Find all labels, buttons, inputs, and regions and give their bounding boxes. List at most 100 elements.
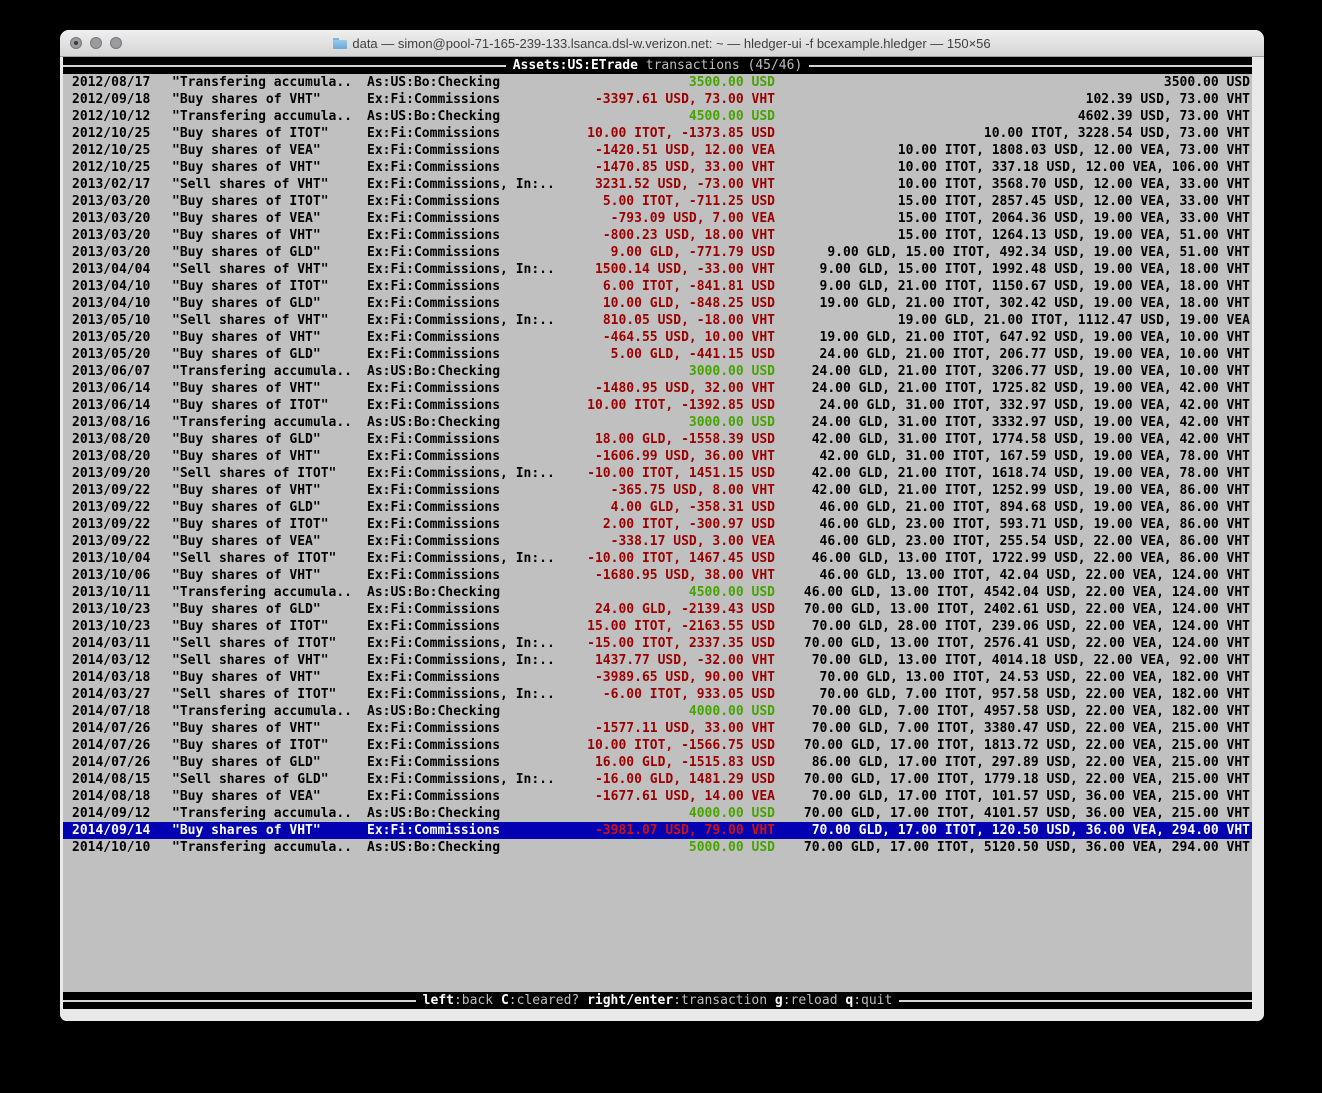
txn-other-accounts: Ex:Fi:Commissions [367,499,575,516]
transaction-row[interactable]: 2014/07/26 "Buy shares of VHT" Ex:Fi:Com… [63,720,1252,737]
txn-description: "Buy shares of VHT" [172,720,367,737]
txn-date: 2014/09/12 [63,805,172,822]
transaction-row[interactable]: 2013/08/20 "Buy shares of VHT" Ex:Fi:Com… [63,448,1252,465]
transaction-row[interactable]: 2013/08/20 "Buy shares of GLD" Ex:Fi:Com… [63,431,1252,448]
txn-running-balance: 70.00 GLD, 7.00 ITOT, 4957.58 USD, 22.00… [775,703,1252,720]
transaction-row[interactable]: 2013/09/20 "Sell shares of ITOT" Ex:Fi:C… [63,465,1252,482]
txn-description: "Transfering accumula.. [172,414,367,431]
transaction-row[interactable]: 2014/03/12 "Sell shares of VHT" Ex:Fi:Co… [63,652,1252,669]
txn-date: 2012/10/25 [63,159,172,176]
transaction-row[interactable]: 2013/05/20 "Buy shares of GLD" Ex:Fi:Com… [63,346,1252,363]
transaction-row[interactable]: 2013/06/14 "Buy shares of ITOT" Ex:Fi:Co… [63,397,1252,414]
transaction-row[interactable]: 2012/08/17 "Transfering accumula.. As:US… [63,74,1252,91]
transaction-row[interactable]: 2013/09/22 "Buy shares of VHT" Ex:Fi:Com… [63,482,1252,499]
transaction-row[interactable]: 2014/08/15 "Sell shares of GLD" Ex:Fi:Co… [63,771,1252,788]
transaction-row[interactable]: 2013/03/20 "Buy shares of GLD" Ex:Fi:Com… [63,244,1252,261]
transaction-row[interactable]: 2014/03/27 "Sell shares of ITOT" Ex:Fi:C… [63,686,1252,703]
transaction-row[interactable]: 2013/10/23 "Buy shares of GLD" Ex:Fi:Com… [63,601,1252,618]
transaction-row[interactable]: 2012/09/18 "Buy shares of VHT" Ex:Fi:Com… [63,91,1252,108]
txn-description: "Buy shares of GLD" [172,346,367,363]
window-titlebar[interactable]: data — simon@pool-71-165-239-133.lsanca.… [60,30,1264,57]
transaction-row[interactable]: 2013/10/06 "Buy shares of VHT" Ex:Fi:Com… [63,567,1252,584]
txn-other-accounts: As:US:Bo:Checking [367,414,575,431]
transaction-row[interactable]: 2013/09/22 "Buy shares of ITOT" Ex:Fi:Co… [63,516,1252,533]
txn-description: "Transfering accumula.. [172,805,367,822]
transaction-row[interactable]: 2014/09/14 "Buy shares of VHT" Ex:Fi:Com… [63,822,1252,839]
status-key-description: :cleared? [509,993,579,1008]
txn-date: 2013/08/20 [63,431,172,448]
transaction-row[interactable]: 2014/07/26 "Buy shares of ITOT" Ex:Fi:Co… [63,737,1252,754]
screen-header-bar: Assets:US:ETrade transactions (45/46) [63,57,1252,74]
txn-amount: 4500.00 USD [575,108,775,125]
txn-other-accounts: As:US:Bo:Checking [367,839,575,856]
transaction-row[interactable]: 2014/07/18 "Transfering accumula.. As:US… [63,703,1252,720]
txn-description: "Transfering accumula.. [172,703,367,720]
txn-amount: 6.00 ITOT, -841.81 USD [575,278,775,295]
transaction-row[interactable]: 2013/04/04 "Sell shares of VHT" Ex:Fi:Co… [63,261,1252,278]
transaction-row[interactable]: 2013/05/10 "Sell shares of VHT" Ex:Fi:Co… [63,312,1252,329]
window-content: Assets:US:ETrade transactions (45/46) 20… [60,57,1264,1021]
transaction-row[interactable]: 2014/03/11 "Sell shares of ITOT" Ex:Fi:C… [63,635,1252,652]
transaction-row[interactable]: 2014/03/18 "Buy shares of VHT" Ex:Fi:Com… [63,669,1252,686]
transaction-row[interactable]: 2013/05/20 "Buy shares of VHT" Ex:Fi:Com… [63,329,1252,346]
window-title-group: data — simon@pool-71-165-239-133.lsanca.… [333,36,990,51]
txn-date: 2014/07/26 [63,720,172,737]
scrollbar[interactable] [1252,57,1264,1009]
txn-amount: 24.00 GLD, -2139.43 USD [575,601,775,618]
txn-amount: 10.00 ITOT, -1373.85 USD [575,125,775,142]
transaction-row[interactable]: 2013/03/20 "Buy shares of VEA" Ex:Fi:Com… [63,210,1252,227]
transaction-row[interactable]: 2013/03/20 "Buy shares of VHT" Ex:Fi:Com… [63,227,1252,244]
transaction-row[interactable]: 2014/08/18 "Buy shares of VEA" Ex:Fi:Com… [63,788,1252,805]
transaction-row[interactable]: 2013/08/16 "Transfering accumula.. As:US… [63,414,1252,431]
window-zoom-button[interactable] [110,37,122,49]
transaction-row[interactable]: 2013/09/22 "Buy shares of GLD" Ex:Fi:Com… [63,499,1252,516]
txn-other-accounts: Ex:Fi:Commissions [367,788,575,805]
txn-running-balance: 46.00 GLD, 23.00 ITOT, 593.71 USD, 19.00… [775,516,1252,533]
txn-date: 2013/09/22 [63,499,172,516]
txn-date: 2013/09/20 [63,465,172,482]
transaction-row[interactable]: 2012/10/25 "Buy shares of VEA" Ex:Fi:Com… [63,142,1252,159]
txn-date: 2013/03/20 [63,227,172,244]
transaction-row[interactable]: 2014/07/26 "Buy shares of GLD" Ex:Fi:Com… [63,754,1252,771]
window-minimize-button[interactable] [90,37,102,49]
txn-running-balance: 46.00 GLD, 21.00 ITOT, 894.68 USD, 19.00… [775,499,1252,516]
txn-description: "Buy shares of VEA" [172,788,367,805]
transaction-row[interactable]: 2014/10/10 "Transfering accumula.. As:US… [63,839,1252,856]
txn-running-balance: 70.00 GLD, 17.00 ITOT, 1779.18 USD, 22.0… [775,771,1252,788]
txn-date: 2013/09/22 [63,533,172,550]
txn-amount: -15.00 ITOT, 2337.35 USD [575,635,775,652]
transaction-row[interactable]: 2013/06/14 "Buy shares of VHT" Ex:Fi:Com… [63,380,1252,397]
transaction-list: 2012/08/17 "Transfering accumula.. As:US… [63,74,1252,856]
txn-other-accounts: Ex:Fi:Commissions [367,822,575,839]
transaction-row[interactable]: 2013/04/10 "Buy shares of GLD" Ex:Fi:Com… [63,295,1252,312]
txn-description: "Transfering accumula.. [172,74,367,91]
txn-description: "Buy shares of VHT" [172,329,367,346]
txn-description: "Buy shares of ITOT" [172,278,367,295]
status-key-description: :quit [853,993,892,1008]
txn-date: 2013/04/10 [63,278,172,295]
transaction-row[interactable]: 2012/10/12 "Transfering accumula.. As:US… [63,108,1252,125]
txn-running-balance: 70.00 GLD, 13.00 ITOT, 24.53 USD, 22.00 … [775,669,1252,686]
transaction-row[interactable]: 2013/02/17 "Sell shares of VHT" Ex:Fi:Co… [63,176,1252,193]
txn-amount: -3989.65 USD, 90.00 VHT [575,669,775,686]
txn-description: "Buy shares of GLD" [172,244,367,261]
transaction-row[interactable]: 2013/03/20 "Buy shares of ITOT" Ex:Fi:Co… [63,193,1252,210]
txn-date: 2014/03/12 [63,652,172,669]
transaction-row[interactable]: 2013/10/04 "Sell shares of ITOT" Ex:Fi:C… [63,550,1252,567]
txn-date: 2013/10/23 [63,618,172,635]
txn-amount: 2.00 ITOT, -300.97 USD [575,516,775,533]
transaction-row[interactable]: 2014/09/12 "Transfering accumula.. As:US… [63,805,1252,822]
transaction-row[interactable]: 2013/04/10 "Buy shares of ITOT" Ex:Fi:Co… [63,278,1252,295]
transaction-row[interactable]: 2013/06/07 "Transfering accumula.. As:US… [63,363,1252,380]
terminal-window: data — simon@pool-71-165-239-133.lsanca.… [60,30,1264,1021]
transaction-row[interactable]: 2013/10/11 "Transfering accumula.. As:US… [63,584,1252,601]
txn-description: "Buy shares of GLD" [172,499,367,516]
transaction-row[interactable]: 2013/10/23 "Buy shares of ITOT" Ex:Fi:Co… [63,618,1252,635]
window-close-button[interactable] [70,37,82,49]
txn-running-balance: 19.00 GLD, 21.00 ITOT, 1112.47 USD, 19.0… [775,312,1252,329]
transaction-row[interactable]: 2013/09/22 "Buy shares of VEA" Ex:Fi:Com… [63,533,1252,550]
txn-description: "Buy shares of VHT" [172,91,367,108]
transaction-row[interactable]: 2012/10/25 "Buy shares of ITOT" Ex:Fi:Co… [63,125,1252,142]
txn-other-accounts: Ex:Fi:Commissions, In:.. [367,261,575,278]
transaction-row[interactable]: 2012/10/25 "Buy shares of VHT" Ex:Fi:Com… [63,159,1252,176]
